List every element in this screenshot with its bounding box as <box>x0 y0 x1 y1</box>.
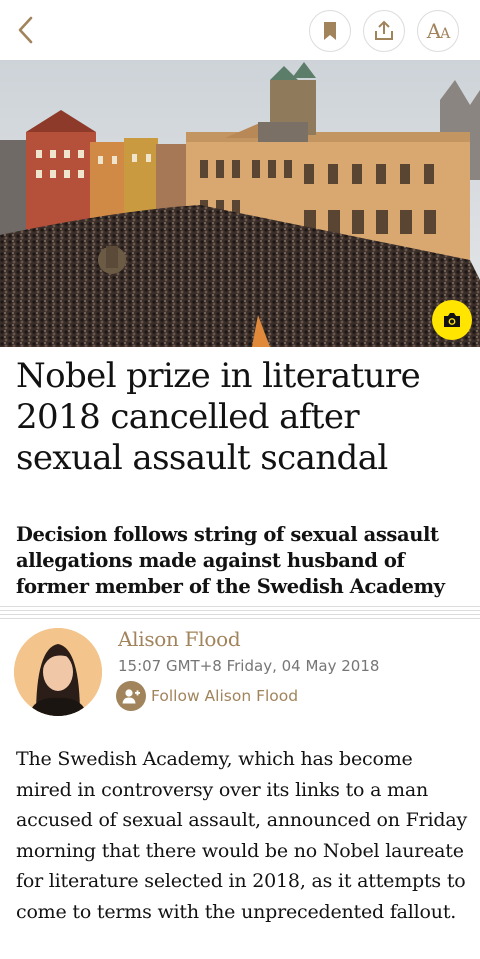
font-size-icon: AA <box>426 19 451 43</box>
bookmark-icon <box>324 22 336 40</box>
back-button[interactable] <box>8 12 44 48</box>
follow-author-button[interactable]: Follow Alison Flood <box>116 681 298 711</box>
article-body-paragraph: The Swedish Academy, which has become mi… <box>16 748 468 923</box>
top-toolbar: AA <box>0 0 480 60</box>
divider <box>0 606 480 620</box>
camera-icon <box>444 313 460 327</box>
camera-button[interactable] <box>432 300 472 340</box>
follow-label: Follow Alison Flood <box>151 687 299 705</box>
bookmark-button[interactable] <box>309 10 351 52</box>
author-name[interactable]: Alison Flood <box>118 627 241 651</box>
share-button[interactable] <box>363 10 405 52</box>
article-standfirst: Decision follows string of sexual assaul… <box>16 523 445 598</box>
author-avatar[interactable] <box>14 628 102 716</box>
article-headline: Nobel prize in literature 2018 cancelled… <box>16 356 421 478</box>
publish-timestamp: 15:07 GMT+8 Friday, 04 May 2018 <box>118 657 380 675</box>
chevron-left-icon <box>18 16 33 44</box>
hero-image[interactable] <box>0 60 480 347</box>
font-size-button[interactable]: AA <box>417 10 459 52</box>
follow-plus-icon <box>116 681 146 711</box>
share-icon <box>375 20 393 40</box>
